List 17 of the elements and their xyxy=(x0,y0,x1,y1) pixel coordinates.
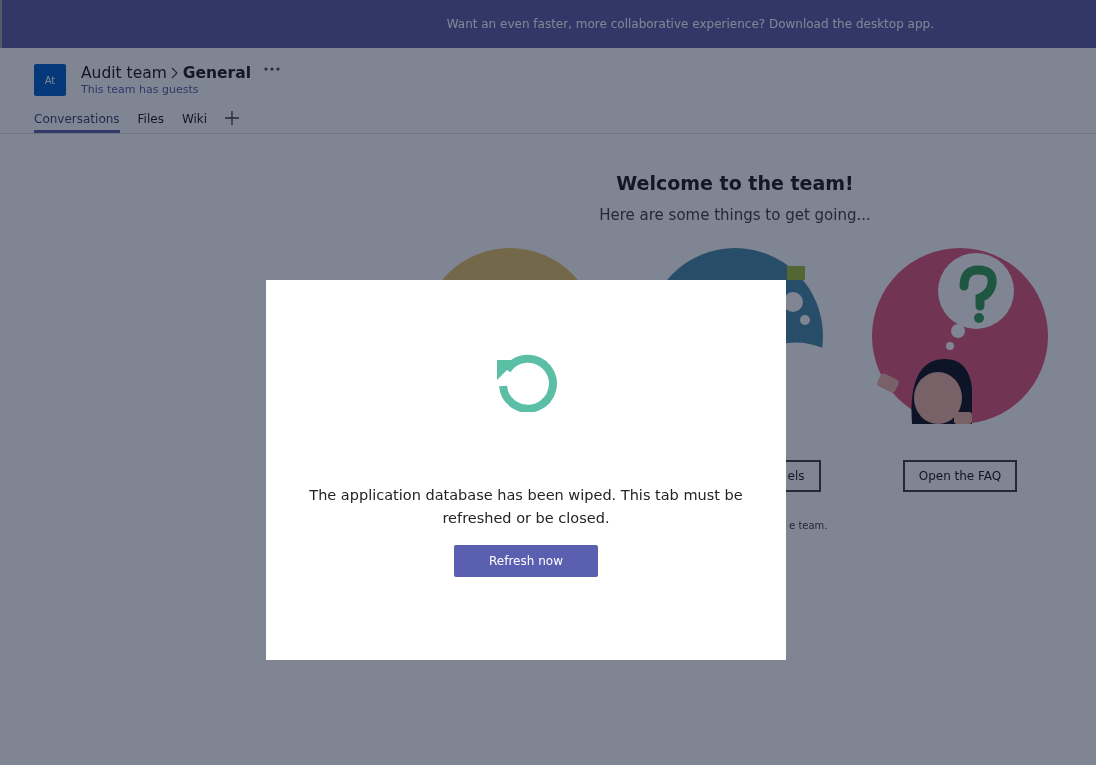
faq-button[interactable]: Open the FAQ xyxy=(902,460,1018,492)
team-avatar: At xyxy=(34,64,66,96)
tab[interactable]: Files xyxy=(137,108,164,133)
banner-text: Want an even faster, more collaborative experience? Download the desktop app. xyxy=(446,17,934,31)
tab[interactable]: Wiki xyxy=(181,108,208,133)
welcome-note: e team. xyxy=(789,520,828,531)
guests-note: This team has guests xyxy=(81,83,200,96)
channel-name: General xyxy=(182,64,251,82)
refresh-button[interactable]: Refresh now xyxy=(454,545,598,577)
chevron-icon xyxy=(170,67,179,79)
add-tab-icon[interactable] xyxy=(225,110,240,125)
dialog-message: The application database has been wiped. This tab must be refreshed or be closed. xyxy=(308,486,744,528)
more-options-icon[interactable] xyxy=(263,66,281,72)
tab[interactable]: Conversations xyxy=(34,108,120,133)
welcome-subtitle: Here are some things to get going... xyxy=(599,206,871,224)
team-name[interactable]: Audit team xyxy=(81,64,167,82)
welcome-title: Welcome to the team! xyxy=(616,172,854,194)
